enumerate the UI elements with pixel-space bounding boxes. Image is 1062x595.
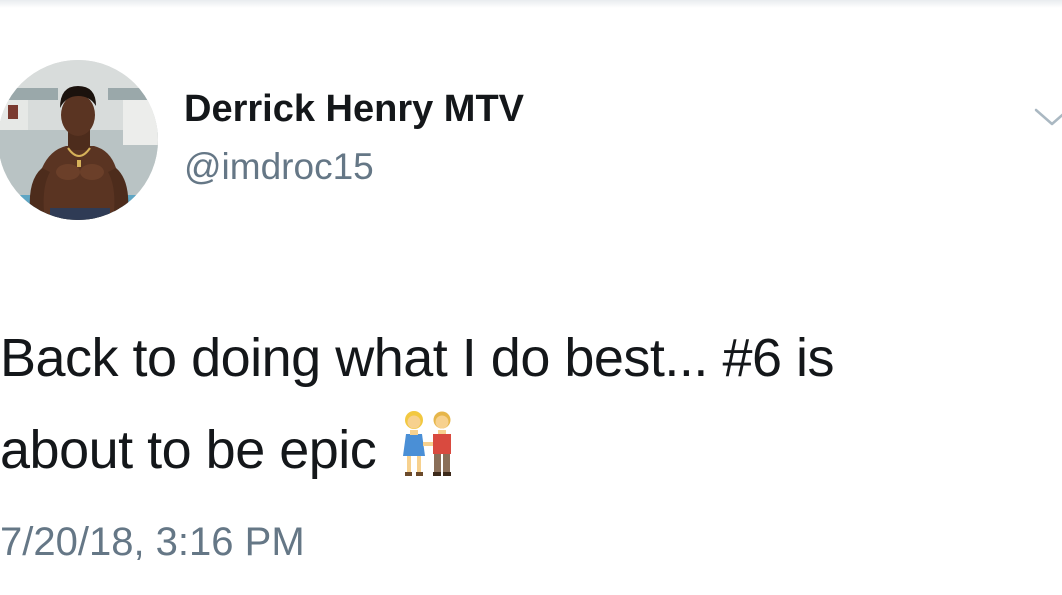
couple-holding-hands-emoji-icon [396, 408, 460, 480]
tweet-text-line-2: about to be epic [0, 404, 1040, 496]
tweet-text-line-2-text: about to be epic [0, 420, 377, 480]
timestamp[interactable]: 7/20/18, 3:16 PM [0, 520, 305, 565]
avatar[interactable] [0, 60, 158, 220]
tweet-text: Back to doing what I do best... #6 is ab… [0, 312, 1040, 496]
chevron-down-icon[interactable] [1032, 102, 1062, 132]
tweet-text-line-1: Back to doing what I do best... #6 is [0, 328, 835, 388]
display-name[interactable]: Derrick Henry MTV [184, 88, 524, 131]
top-divider [0, 0, 1062, 8]
user-handle[interactable]: @imdroc15 [184, 146, 374, 188]
tweet-card: Derrick Henry MTV @imdroc15 Back to doin… [0, 0, 1062, 595]
